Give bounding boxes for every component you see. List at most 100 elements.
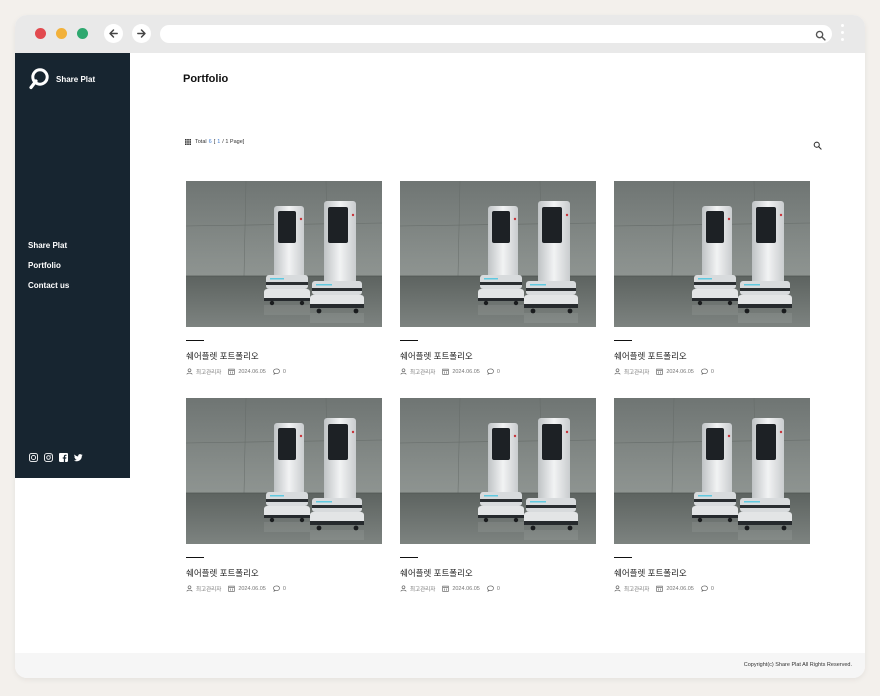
- comment-icon: [701, 368, 708, 375]
- logo-mark-icon: [29, 68, 49, 90]
- logo-text: Share Plat: [56, 74, 96, 84]
- comment-icon: [487, 585, 494, 592]
- calendar-icon: [656, 585, 663, 592]
- card-meta: 최고관리자 2024.06.05 0: [614, 367, 810, 376]
- card-meta: 최고관리자 2024.06.05 0: [400, 584, 596, 593]
- portfolio-thumbnail[interactable]: [614, 398, 810, 544]
- browser-window: Share Plat Share Plat Portfolio Contact …: [15, 15, 865, 678]
- calendar-icon: [228, 368, 235, 375]
- grid-icon: [185, 139, 191, 145]
- date: 2024.06.05: [238, 585, 266, 592]
- title-divider: [400, 557, 418, 559]
- date: 2024.06.05: [452, 585, 480, 592]
- date: 2024.06.05: [452, 368, 480, 375]
- calendar-icon: [228, 585, 235, 592]
- calendar-icon: [656, 368, 663, 375]
- date: 2024.06.05: [666, 585, 694, 592]
- portfolio-thumbnail[interactable]: [400, 181, 596, 327]
- portfolio-card: 쉐어플렛 포트폴리오 최고관리자 2024.06.05 0: [614, 181, 810, 376]
- author: 최고관리자: [410, 586, 436, 593]
- title-divider: [400, 340, 418, 342]
- user-icon: [614, 368, 621, 375]
- main-content: Portfolio Total 6 [ 1 / 1 Page] 쉐어플렛 포트폴…: [130, 53, 865, 653]
- page-current: 1: [217, 139, 221, 145]
- kebab-menu-icon[interactable]: [841, 24, 845, 44]
- author: 최고관리자: [624, 369, 650, 376]
- sidebar-item-portfolio[interactable]: Portfolio: [28, 261, 69, 281]
- portfolio-card: 쉐어플렛 포트폴리오 최고관리자 2024.06.05 0: [186, 181, 382, 376]
- user-icon: [400, 368, 407, 375]
- page-info-rest: / 1 Page]: [222, 139, 245, 145]
- title-divider: [614, 340, 632, 342]
- sidebar-menu: Share Plat Portfolio Contact us: [28, 241, 69, 301]
- portfolio-card: 쉐어플렛 포트폴리오 최고관리자 2024.06.05 0: [400, 181, 596, 376]
- user-icon: [186, 585, 193, 592]
- card-title[interactable]: 쉐어플렛 포트폴리오: [614, 567, 810, 579]
- comment-icon: [273, 585, 280, 592]
- card-title[interactable]: 쉐어플렛 포트폴리오: [614, 350, 810, 362]
- browser-chrome: [15, 15, 865, 53]
- social-links: [28, 452, 88, 462]
- facebook-icon[interactable]: [58, 452, 68, 462]
- comment-count: 0: [710, 368, 714, 375]
- total-label: Total: [195, 139, 207, 145]
- forward-button[interactable]: [132, 24, 151, 43]
- calendar-icon: [442, 368, 449, 375]
- card-title[interactable]: 쉐어플렛 포트폴리오: [400, 350, 596, 362]
- user-icon: [400, 585, 407, 592]
- title-divider: [614, 557, 632, 559]
- arrow-left-icon: [109, 29, 118, 38]
- author: 최고관리자: [624, 586, 650, 593]
- search-icon[interactable]: [815, 28, 826, 46]
- sidebar: Share Plat Share Plat Portfolio Contact …: [15, 53, 130, 478]
- portfolio-card: 쉐어플렛 포트폴리오 최고관리자 2024.06.05 0: [400, 398, 596, 593]
- minimize-window-dot[interactable]: [56, 28, 67, 39]
- card-meta: 최고관리자 2024.06.05 0: [186, 584, 382, 593]
- author: 최고관리자: [410, 369, 436, 376]
- portfolio-thumbnail[interactable]: [186, 181, 382, 327]
- comment-count: 0: [282, 585, 286, 592]
- sidebar-item-share-plat[interactable]: Share Plat: [28, 241, 69, 261]
- page-title: Portfolio: [183, 73, 229, 85]
- total-number: 6: [208, 139, 212, 145]
- back-button[interactable]: [104, 24, 123, 43]
- portfolio-card: 쉐어플렛 포트폴리오 최고관리자 2024.06.05 0: [186, 398, 382, 593]
- address-bar[interactable]: [160, 25, 832, 43]
- maximize-window-dot[interactable]: [77, 28, 88, 39]
- comment-icon: [487, 368, 494, 375]
- twitter-icon[interactable]: [73, 452, 83, 462]
- arrow-right-icon: [137, 29, 146, 38]
- comment-icon: [273, 368, 280, 375]
- circle-icon[interactable]: [28, 452, 38, 462]
- instagram-icon[interactable]: [43, 452, 53, 462]
- portfolio-thumbnail[interactable]: [186, 398, 382, 544]
- footer: Copyright(c) Share Plat All Rights Reser…: [15, 653, 865, 678]
- comment-count: 0: [496, 368, 500, 375]
- comment-count: 0: [710, 585, 714, 592]
- card-meta: 최고관리자 2024.06.05 0: [400, 367, 596, 376]
- logo[interactable]: Share Plat: [28, 68, 95, 90]
- sidebar-item-contact-us[interactable]: Contact us: [28, 281, 69, 301]
- close-window-dot[interactable]: [35, 28, 46, 39]
- card-title[interactable]: 쉐어플렛 포트폴리오: [186, 567, 382, 579]
- comment-count: 0: [282, 368, 286, 375]
- user-icon: [186, 368, 193, 375]
- title-divider: [186, 557, 204, 559]
- card-meta: 최고관리자 2024.06.05 0: [614, 584, 810, 593]
- card-title[interactable]: 쉐어플렛 포트폴리오: [400, 567, 596, 579]
- comment-icon: [701, 585, 708, 592]
- portfolio-card: 쉐어플렛 포트폴리오 최고관리자 2024.06.05 0: [614, 398, 810, 593]
- card-title[interactable]: 쉐어플렛 포트폴리오: [186, 350, 382, 362]
- copyright-text: Copyright(c) Share Plat All Rights Reser…: [743, 662, 852, 668]
- board-search-icon[interactable]: [813, 137, 822, 150]
- page-info-open: [: [213, 139, 216, 145]
- total-count: Total 6 [ 1 / 1 Page]: [185, 139, 244, 145]
- date: 2024.06.05: [666, 368, 694, 375]
- portfolio-thumbnail[interactable]: [614, 181, 810, 327]
- calendar-icon: [442, 585, 449, 592]
- author: 최고관리자: [196, 586, 222, 593]
- portfolio-thumbnail[interactable]: [400, 398, 596, 544]
- user-icon: [614, 585, 621, 592]
- date: 2024.06.05: [238, 368, 266, 375]
- author: 최고관리자: [196, 369, 222, 376]
